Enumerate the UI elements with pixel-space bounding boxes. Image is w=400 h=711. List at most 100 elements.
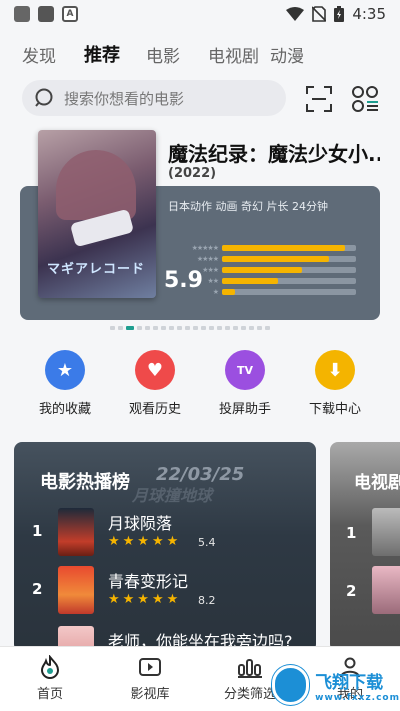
download-center-button[interactable]: ⬇ 下载中心 [290, 350, 380, 422]
carousel-dot-active[interactable] [126, 326, 134, 330]
video-library-icon [139, 658, 161, 676]
nav-library[interactable]: 影视库 [100, 647, 200, 711]
history-button[interactable]: ♥ 观看历史 [110, 350, 200, 422]
gallery-notification-icon [14, 6, 30, 22]
carousel-dot[interactable] [177, 326, 182, 330]
carousel-dot[interactable] [153, 326, 158, 330]
tab-tv-series[interactable]: 电视剧 [208, 42, 270, 67]
home-flame-icon [40, 655, 60, 679]
carousel-dot[interactable] [257, 326, 262, 330]
status-bar: A 4:35 [0, 0, 400, 28]
cast-assistant-label: 投屏助手 [218, 402, 271, 417]
featured-year: (2022) [168, 166, 217, 181]
nav-category-label: 分类筛选 [223, 687, 276, 702]
search-input[interactable]: 搜索你想看的电影 [22, 80, 286, 116]
featured-poster[interactable]: マギアレコード [38, 130, 156, 298]
carousel-dot[interactable] [201, 326, 206, 330]
rating-bar-2 [222, 277, 279, 284]
battery-charging-icon [334, 6, 345, 22]
hot-rank: 2 [32, 580, 43, 598]
carousel-dot[interactable] [193, 326, 198, 330]
carousel-dot[interactable] [118, 326, 123, 330]
hot-score: 5.4 [198, 536, 216, 549]
hot-stars: ★★★★★ [108, 534, 182, 549]
hot-list-item[interactable]: 1 月球陨落 ★★★★★ 5.4 [14, 508, 316, 558]
carousel-dot[interactable] [209, 326, 214, 330]
nav-home-label: 首页 [36, 687, 63, 702]
status-right: 4:35 [286, 5, 386, 23]
rating-bar-5 [222, 244, 346, 251]
carousel-dot[interactable] [249, 326, 254, 330]
hot-score: 8.2 [198, 594, 216, 607]
carousel-dot[interactable] [145, 326, 150, 330]
carousel-dot[interactable] [169, 326, 174, 330]
carousel-indicator [110, 326, 270, 330]
tv-hot-list[interactable]: 电视剧 1 2 [330, 442, 400, 652]
tv-icon: TV [225, 350, 265, 390]
featured-title[interactable]: 魔法纪录：魔法少女小.. [168, 138, 380, 167]
status-time: 4:35 [352, 5, 386, 23]
watermark: 飞翔下载 www.fxxz.com [272, 662, 400, 708]
carousel-dot[interactable] [265, 326, 270, 330]
tab-anime[interactable]: 动漫 [270, 42, 332, 67]
scan-icon[interactable] [304, 84, 334, 114]
movie-hot-title: 电影热播榜 [40, 472, 130, 493]
heart-icon: ♥ [135, 350, 175, 390]
star-icon: ★ [45, 350, 85, 390]
poster-title: マギアレコード [46, 262, 145, 277]
tv-hot-thumbnail [372, 508, 400, 556]
rating-row-3: ★★★ [178, 264, 360, 275]
rating-row-2: ★★ [178, 275, 360, 286]
search-placeholder: 搜索你想看的电影 [64, 89, 185, 108]
watermark-logo [272, 665, 310, 705]
rating-row-1: ★ [178, 286, 360, 297]
carousel-dot[interactable] [185, 326, 190, 330]
hot-thumbnail [58, 508, 94, 556]
rating-bar-3 [222, 266, 303, 273]
hot-name: 青春变形记 [108, 572, 189, 591]
rating-bar-4 [222, 255, 330, 262]
tv-hot-title: 电视剧 [354, 473, 400, 493]
nav-home[interactable]: 首页 [0, 647, 100, 711]
rating-row-4: ★★★★ [178, 253, 360, 264]
carousel-dot[interactable] [225, 326, 230, 330]
search-icon [35, 88, 53, 107]
watermark-url: www.fxxz.com [315, 692, 400, 703]
wifi-icon [286, 7, 305, 21]
rating-bar-1 [222, 288, 236, 295]
watermark-name: 飞翔下载 [315, 672, 384, 693]
hot-bg-text: 月球撞地球 [132, 486, 213, 505]
movie-hot-list[interactable]: 22/03/25 月球撞地球 电影热播榜 1 月球陨落 ★★★★★ 5.4 2 … [14, 442, 316, 652]
carousel-dot[interactable] [110, 326, 115, 330]
top-tabs: 发现 推荐 电影 电视剧 动漫 [0, 36, 400, 72]
hot-list-item[interactable]: 2 青春变形记 ★★★★★ 8.2 [14, 566, 316, 616]
cast-assistant-button[interactable]: TV 投屏助手 [200, 350, 290, 422]
tab-discover[interactable]: 发现 [22, 42, 84, 67]
hot-stars: ★★★★★ [108, 592, 182, 607]
featured-meta: 日本动作 动画 奇幻 片长 24分钟 [168, 200, 328, 213]
carousel-dot[interactable] [233, 326, 238, 330]
carousel-dot[interactable] [161, 326, 166, 330]
rating-row-5: ★★★★★ [178, 242, 360, 253]
tab-movies[interactable]: 电影 [146, 42, 208, 67]
hot-name: 月球陨落 [108, 514, 173, 533]
download-icon: ⬇ [315, 350, 355, 390]
favorites-button[interactable]: ★ 我的收藏 [20, 350, 110, 422]
favorites-label: 我的收藏 [38, 402, 91, 417]
category-grid-icon[interactable] [350, 84, 380, 114]
tv-hot-rank: 2 [346, 582, 357, 600]
nav-library-label: 影视库 [130, 687, 170, 702]
carousel-dot[interactable] [241, 326, 246, 330]
carousel-dot[interactable] [137, 326, 142, 330]
quick-actions: ★ 我的收藏 ♥ 观看历史 TV 投屏助手 ⬇ 下载中心 [20, 350, 380, 422]
hot-thumbnail [58, 566, 94, 614]
tv-hot-thumbnail [372, 566, 400, 614]
carousel-dot[interactable] [217, 326, 222, 330]
download-center-label: 下载中心 [308, 402, 361, 417]
no-sim-icon [312, 6, 327, 22]
app-notification-icon [38, 6, 54, 22]
hot-rank: 1 [32, 522, 43, 540]
tab-recommend[interactable]: 推荐 [84, 41, 146, 67]
tv-hot-rank: 1 [346, 524, 357, 542]
text-notification-icon: A [62, 6, 78, 22]
